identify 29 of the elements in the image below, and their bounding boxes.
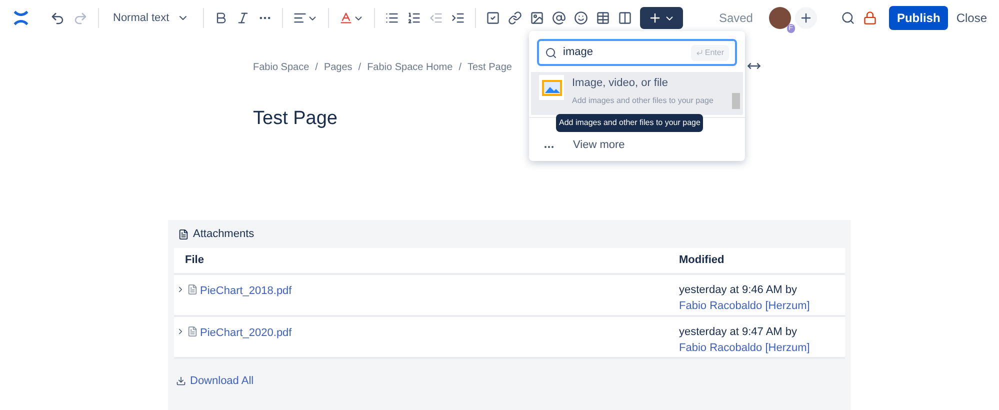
file-link[interactable]: PieChart_2018.pdf xyxy=(200,283,292,300)
breadcrumb-separator: / xyxy=(315,61,318,75)
file-link[interactable]: PieChart_2020.pdf xyxy=(200,325,292,342)
modified-text: yesterday at 9:46 AM by xyxy=(679,284,798,296)
column-header: File xyxy=(184,253,205,268)
enter-hint: Enter xyxy=(690,44,729,60)
breadcrumb-separator: / xyxy=(458,61,462,75)
breadcrumb-separator: / xyxy=(358,61,362,75)
attachments-title: Attachments xyxy=(193,226,254,242)
modified-text: yesterday at 9:47 AM by xyxy=(679,326,798,338)
menu-item[interactable]: Image, video, or file Add images and other files to your page xyxy=(531,72,743,115)
column-header: Modified xyxy=(679,253,724,268)
text-style-dropdown[interactable]: Normal text xyxy=(105,4,198,32)
search-field[interactable]: image Enter xyxy=(537,39,737,66)
author-link[interactable]: Fabio Racobaldo [Herzum] xyxy=(679,300,810,312)
view-more-link[interactable]: View more xyxy=(573,136,625,153)
breadcrumb-link[interactable]: Test Page xyxy=(467,60,512,75)
breadcrumb-link[interactable]: Pages xyxy=(324,60,352,75)
menu-item-description: Add images and other files to your page xyxy=(572,94,714,106)
tooltip: Add images and other files to your page xyxy=(556,114,704,132)
page-title: Test Page xyxy=(253,107,338,131)
close-button[interactable]: Close xyxy=(956,9,987,27)
menu-item-title: Image, video, or file xyxy=(572,76,669,91)
breadcrumb-link[interactable]: Fabio Space Home xyxy=(367,60,453,75)
author-link[interactable]: Fabio Racobaldo [Herzum] xyxy=(679,342,810,354)
publish-button[interactable]: Publish xyxy=(888,6,948,30)
breadcrumb-link[interactable]: Fabio Space xyxy=(253,60,310,75)
download-all-link[interactable]: Download All xyxy=(174,373,254,390)
save-status: Saved xyxy=(718,10,753,27)
